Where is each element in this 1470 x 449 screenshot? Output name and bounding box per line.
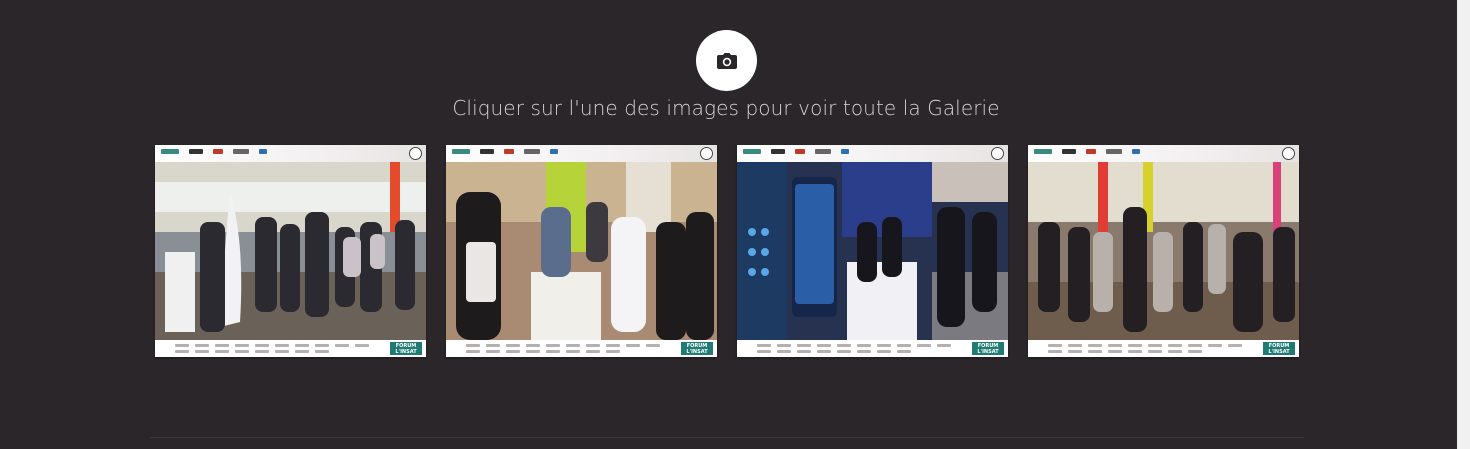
footer-divider xyxy=(150,437,1304,438)
gallery-caption: Cliquer sur l'une des images pour voir t… xyxy=(452,96,1000,120)
header-logos xyxy=(161,149,267,154)
sponsor-logos xyxy=(1048,344,1248,353)
gallery-thumbnails: FORUM L'INSAT FORUM L'INSAT FORUM L'INSA… xyxy=(155,145,1299,357)
thumbnail-footer: FORUM L'INSAT xyxy=(737,340,1008,357)
header-logos xyxy=(452,149,558,154)
event-photo xyxy=(446,162,717,340)
thumbnail-header xyxy=(446,145,717,162)
sponsor-logos xyxy=(466,344,666,353)
camera-button[interactable] xyxy=(696,30,757,91)
event-photo xyxy=(155,162,426,340)
event-photo xyxy=(1028,162,1299,340)
thumbnail-header xyxy=(1028,145,1299,162)
camera-icon xyxy=(716,52,737,69)
badge-logo xyxy=(991,147,1004,160)
forum-badge: FORUM L'INSAT xyxy=(681,342,713,355)
forum-badge: FORUM L'INSAT xyxy=(390,342,422,355)
gallery-thumbnail-1[interactable]: FORUM L'INSAT xyxy=(155,145,426,357)
event-photo xyxy=(737,162,1008,340)
scrollbar[interactable] xyxy=(1457,0,1470,449)
gallery-thumbnail-3[interactable]: FORUM L'INSAT xyxy=(737,145,1008,357)
thumbnail-footer: FORUM L'INSAT xyxy=(446,340,717,357)
forum-badge: FORUM L'INSAT xyxy=(972,342,1004,355)
thumbnail-header xyxy=(155,145,426,162)
thumbnail-header xyxy=(737,145,1008,162)
header-logos xyxy=(1034,149,1140,154)
sponsor-logos xyxy=(757,344,957,353)
thumbnail-footer: FORUM L'INSAT xyxy=(1028,340,1299,357)
gallery-thumbnail-4[interactable]: FORUM L'INSAT xyxy=(1028,145,1299,357)
badge-logo xyxy=(700,147,713,160)
badge-logo xyxy=(1282,147,1295,160)
badge-logo xyxy=(409,147,422,160)
forum-badge: FORUM L'INSAT xyxy=(1263,342,1295,355)
thumbnail-footer: FORUM L'INSAT xyxy=(155,340,426,357)
gallery-thumbnail-2[interactable]: FORUM L'INSAT xyxy=(446,145,717,357)
sponsor-logos xyxy=(175,344,375,353)
header-logos xyxy=(743,149,849,154)
